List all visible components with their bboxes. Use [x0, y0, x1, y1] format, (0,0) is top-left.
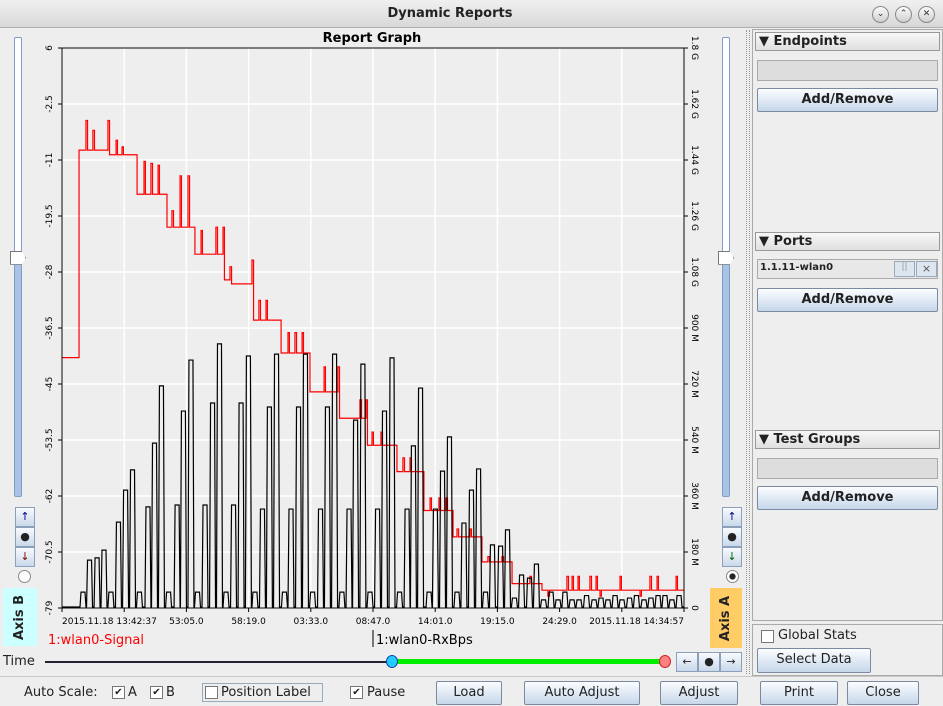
right-axis-tick-label: 360 M [689, 482, 699, 510]
left-axis-tick-label: -36.5 [45, 316, 55, 339]
left-axis-tick-label: -45 [45, 377, 55, 392]
auto-scale-b-checkbox[interactable]: ✔ [150, 686, 163, 699]
left-axis-tick-label: -79 [45, 600, 55, 615]
left-axis-tick-label: -2.5 [45, 95, 55, 113]
selection-panel [752, 29, 943, 621]
auto-scale-a-label: A [128, 685, 137, 700]
left-axis-tick-label: -53.5 [45, 428, 55, 451]
test-groups-header[interactable]: ▼ Test Groups [755, 430, 940, 449]
x-axis-tick-label: 14:01.0 [418, 617, 453, 627]
axis-b-down-button[interactable]: ↓ [15, 547, 35, 567]
x-axis-tick-label: 03:33.0 [294, 617, 329, 627]
auto-scale-b-label: B [166, 685, 175, 700]
time-label: Time [3, 654, 35, 669]
legend-rxbps[interactable]: 1:wlan0-RxBps [376, 633, 473, 648]
axis-b-text: Axis B [12, 594, 28, 640]
splitter[interactable] [746, 30, 750, 674]
left-axis-tick-label: -28 [45, 264, 55, 279]
adjust-button[interactable]: Adjust [660, 681, 738, 705]
close-icon[interactable]: ✕ [918, 6, 935, 23]
axis-a-down-button[interactable]: ↓ [722, 547, 742, 567]
right-axis-tick-label: 540 M [689, 426, 699, 454]
time-left-button[interactable]: ← [676, 652, 698, 672]
ports-header[interactable]: ▼ Ports [755, 232, 940, 251]
close-button[interactable]: Close [847, 681, 919, 705]
left-axis-tick-label: -19.5 [45, 204, 55, 227]
left-axis-tick-label: -62 [45, 489, 55, 504]
left-axis-tick-label: -70.5 [45, 540, 55, 563]
x-axis-tick-label: 2015.11.18 14:34:57 [589, 617, 684, 627]
right-axis-tick-label: 900 M [689, 314, 699, 342]
legend-signal[interactable]: 1:wlan0-Signal [48, 633, 144, 648]
right-axis-tick-label: 0 [689, 605, 699, 611]
axis-a-label[interactable]: Axis A [710, 588, 742, 648]
endpoints-add-remove-button[interactable]: Add/Remove [757, 88, 938, 112]
test-groups-list[interactable] [757, 458, 938, 479]
print-button[interactable]: Print [760, 681, 838, 705]
x-axis-tick-label: 2015.11.18 13:42:37 [62, 617, 157, 627]
right-axis-tick-label: 1.44 G [689, 145, 699, 175]
auto-scale-a-checkbox[interactable]: ✔ [112, 686, 125, 699]
right-axis-tick-label: 1.26 G [689, 201, 699, 231]
right-axis-tick-label: 720 M [689, 370, 699, 398]
divider [0, 676, 943, 677]
x-axis-tick-label: 24:29.0 [542, 617, 577, 627]
right-axis-tick-label: 180 M [689, 538, 699, 566]
left-axis-tick-label: 6 [45, 45, 55, 51]
title-bar: Dynamic Reports ⌄ ⌃ ✕ [0, 0, 943, 28]
axis-b-radio[interactable] [18, 570, 31, 583]
test-groups-add-remove-button[interactable]: Add/Remove [757, 486, 938, 510]
time-right-button[interactable]: → [720, 652, 742, 672]
x-axis-tick-label: 53:05.0 [169, 617, 204, 627]
pause-checkbox[interactable]: ✔ [350, 686, 363, 699]
axis-a-center-button[interactable]: ● [722, 527, 742, 547]
x-axis-tick-label: 19:15.0 [480, 617, 515, 627]
x-axis-tick-label: 58:19.0 [231, 617, 266, 627]
report-graph-panel: Report Graph 6 1.8 G -2.5 1.62 G -11 1.44 G -1… [40, 30, 700, 650]
axis-a-scale-slider[interactable] [722, 37, 730, 497]
port-pause-button[interactable]: || [894, 261, 915, 277]
time-start-handle[interactable] [386, 655, 399, 668]
axis-b-up-button[interactable]: ↑ [15, 507, 35, 527]
auto-scale-label: Auto Scale: [24, 685, 98, 700]
x-axis-tick-label: 08:47.0 [356, 617, 391, 627]
right-axis-tick-label: 1.62 G [689, 89, 699, 119]
right-axis-tick-label: 1.08 G [689, 257, 699, 287]
position-label-checkbox[interactable] [205, 686, 218, 699]
axis-b-slider-thumb[interactable] [10, 250, 26, 265]
axis-b-center-button[interactable]: ● [15, 527, 35, 547]
time-center-button[interactable]: ● [698, 652, 720, 672]
axis-a-up-button[interactable]: ↑ [722, 507, 742, 527]
maximize-icon[interactable]: ⌃ [895, 6, 912, 23]
global-stats-checkbox[interactable] [761, 630, 774, 643]
axis-a-text: Axis A [718, 595, 734, 641]
port-item-label: 1.1.11-wlan0 [760, 262, 834, 273]
right-axis-tick-label: 1.8 G [689, 36, 699, 60]
auto-adjust-button[interactable]: Auto Adjust [524, 681, 640, 705]
time-end-handle[interactable] [659, 655, 671, 668]
select-data-button[interactable]: Select Data [757, 648, 871, 673]
position-label-text: Position Label [221, 685, 311, 700]
endpoints-list[interactable] [757, 60, 938, 81]
report-graph: Report Graph 6 1.8 G -2.5 1.62 G -11 1.44 G -1… [45, 31, 699, 648]
endpoints-header[interactable]: ▼ Endpoints [755, 32, 940, 51]
window-title: Dynamic Reports [387, 6, 513, 21]
global-stats-label: Global Stats [778, 628, 857, 643]
axis-b-scale-slider[interactable] [14, 37, 22, 497]
minimize-icon[interactable]: ⌄ [872, 6, 889, 23]
port-item[interactable]: 1.1.11-wlan0 || × [757, 259, 938, 279]
ports-add-remove-button[interactable]: Add/Remove [757, 288, 938, 312]
axis-a-slider-thumb[interactable] [718, 250, 734, 265]
load-button[interactable]: Load [436, 681, 502, 705]
left-axis-tick-label: -11 [45, 153, 55, 168]
axis-b-label[interactable]: Axis B [3, 588, 37, 646]
graph-title: Report Graph [323, 31, 422, 46]
pause-label: Pause [367, 685, 406, 700]
port-remove-button[interactable]: × [916, 261, 937, 277]
time-range-bar[interactable] [392, 659, 665, 664]
axis-a-radio[interactable] [726, 570, 739, 583]
